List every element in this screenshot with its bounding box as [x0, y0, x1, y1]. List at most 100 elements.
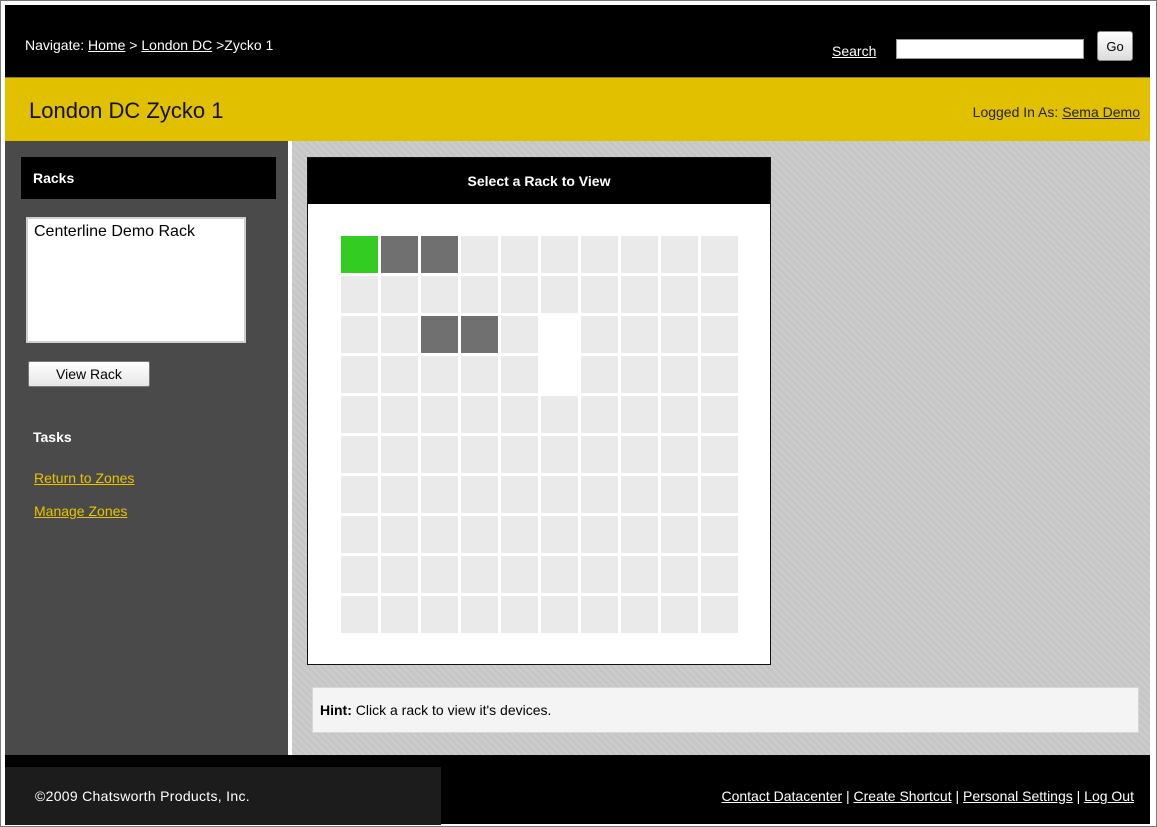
contact-datacenter-link[interactable]: Contact Datacenter [721, 788, 842, 804]
rack-cell-empty[interactable] [341, 556, 378, 593]
rack-cell-empty[interactable] [381, 596, 418, 633]
rack-cell-empty[interactable] [581, 476, 618, 513]
rack-cell-empty[interactable] [581, 356, 618, 393]
rack-cell-empty[interactable] [581, 556, 618, 593]
rack-cell-empty[interactable] [381, 276, 418, 313]
rack-cell-empty[interactable] [541, 436, 578, 473]
rack-cell-empty[interactable] [701, 436, 738, 473]
rack-cell-empty[interactable] [621, 476, 658, 513]
rack-cell-empty[interactable] [421, 396, 458, 433]
rack-cell-empty[interactable] [621, 316, 658, 353]
rack-cell-empty[interactable] [581, 396, 618, 433]
rack-cell-empty[interactable] [341, 436, 378, 473]
rack-cell-empty[interactable] [381, 356, 418, 393]
rack-cell-occupied[interactable] [461, 316, 498, 353]
rack-cell-empty[interactable] [341, 516, 378, 553]
rack-cell-empty[interactable] [661, 236, 698, 273]
rack-cell-empty[interactable] [501, 396, 538, 433]
personal-settings-link[interactable]: Personal Settings [963, 788, 1073, 804]
rack-cell-empty[interactable] [541, 276, 578, 313]
rack-cell-empty[interactable] [621, 276, 658, 313]
rack-cell-empty[interactable] [381, 516, 418, 553]
rack-cell-empty[interactable] [661, 436, 698, 473]
rack-cell-empty[interactable] [501, 556, 538, 593]
rack-cell-empty[interactable] [621, 596, 658, 633]
breadcrumb-home-link[interactable]: Home [88, 37, 125, 53]
rack-cell-empty[interactable] [621, 516, 658, 553]
rack-cell-selected[interactable] [341, 236, 378, 273]
create-shortcut-link[interactable]: Create Shortcut [854, 788, 952, 804]
rack-cell-empty[interactable] [661, 396, 698, 433]
log-out-link[interactable]: Log Out [1084, 788, 1134, 804]
rack-cell-empty[interactable] [501, 436, 538, 473]
rack-cell-empty[interactable] [461, 276, 498, 313]
rack-cell-empty[interactable] [461, 356, 498, 393]
rack-cell-empty[interactable] [461, 596, 498, 633]
rack-cell-empty[interactable] [501, 276, 538, 313]
rack-cell-empty[interactable] [701, 396, 738, 433]
rack-cell-empty[interactable] [701, 476, 738, 513]
rack-cell-empty[interactable] [661, 276, 698, 313]
rack-cell-empty[interactable] [541, 596, 578, 633]
rack-cell-empty[interactable] [461, 396, 498, 433]
rack-cell-empty[interactable] [461, 476, 498, 513]
rack-cell-empty[interactable] [581, 236, 618, 273]
rack-cell-empty[interactable] [541, 516, 578, 553]
rack-cell-empty[interactable] [421, 556, 458, 593]
rack-cell-occupied[interactable] [421, 316, 458, 353]
rack-cell-empty[interactable] [701, 356, 738, 393]
rack-cell-empty[interactable] [661, 556, 698, 593]
rack-cell-empty[interactable] [581, 596, 618, 633]
rack-cell-empty[interactable] [381, 476, 418, 513]
rack-cell-empty[interactable] [501, 356, 538, 393]
rack-cell-empty[interactable] [661, 476, 698, 513]
rack-cell-empty[interactable] [621, 396, 658, 433]
rack-cell-empty[interactable] [701, 596, 738, 633]
rack-cell-empty[interactable] [661, 596, 698, 633]
rack-cell-empty[interactable] [661, 316, 698, 353]
rack-cell-empty[interactable] [501, 236, 538, 273]
rack-cell-empty[interactable] [381, 556, 418, 593]
rack-cell-empty[interactable] [621, 556, 658, 593]
search-input[interactable] [896, 39, 1084, 59]
go-button[interactable]: Go [1097, 31, 1133, 61]
rack-cell-empty[interactable] [661, 516, 698, 553]
user-name-link[interactable]: Sema Demo [1062, 104, 1140, 120]
rack-cell-empty[interactable] [341, 476, 378, 513]
rack-cell-empty[interactable] [701, 516, 738, 553]
rack-cell-empty[interactable] [501, 316, 538, 353]
rack-cell-empty[interactable] [541, 556, 578, 593]
rack-cell-empty[interactable] [501, 476, 538, 513]
rack-cell-empty[interactable] [461, 436, 498, 473]
rack-cell-empty[interactable] [541, 236, 578, 273]
rack-cell-empty[interactable] [461, 556, 498, 593]
rack-cell-occupied[interactable] [421, 236, 458, 273]
search-link[interactable]: Search [832, 43, 876, 59]
rack-cell-empty[interactable] [421, 516, 458, 553]
rack-cell-empty[interactable] [541, 396, 578, 433]
rack-cell-empty[interactable] [461, 236, 498, 273]
rack-option[interactable]: Centerline Demo Rack [34, 223, 238, 241]
rack-cell-empty[interactable] [701, 236, 738, 273]
rack-cell-empty[interactable] [461, 516, 498, 553]
rack-cell-empty[interactable] [381, 316, 418, 353]
rack-cell-empty[interactable] [621, 356, 658, 393]
rack-cell-empty[interactable] [341, 596, 378, 633]
rack-cell-empty[interactable] [621, 436, 658, 473]
view-rack-button[interactable]: View Rack [28, 361, 150, 387]
manage-zones-link[interactable]: Manage Zones [34, 503, 127, 519]
rack-cell-empty[interactable] [581, 316, 618, 353]
racks-listbox[interactable]: Centerline Demo Rack [26, 217, 246, 343]
rack-cell-empty[interactable] [581, 516, 618, 553]
rack-cell-empty[interactable] [581, 436, 618, 473]
rack-cell-empty[interactable] [701, 316, 738, 353]
rack-cell-empty[interactable] [341, 276, 378, 313]
rack-cell-empty[interactable] [701, 556, 738, 593]
breadcrumb-london-dc-link[interactable]: London DC [141, 37, 212, 53]
rack-cell-empty[interactable] [621, 236, 658, 273]
rack-cell-empty[interactable] [421, 356, 458, 393]
rack-cell-empty[interactable] [421, 596, 458, 633]
rack-cell-empty[interactable] [581, 276, 618, 313]
rack-cell-empty[interactable] [341, 316, 378, 353]
rack-cell-empty[interactable] [381, 436, 418, 473]
